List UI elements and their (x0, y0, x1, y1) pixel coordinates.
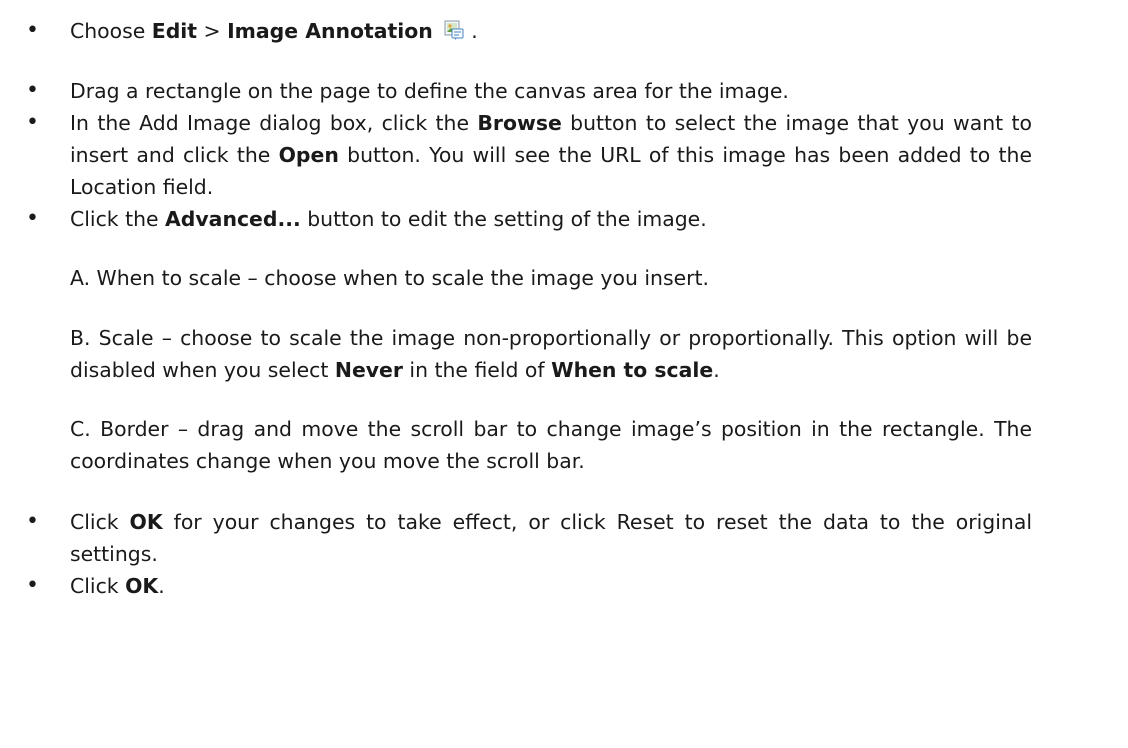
bullet: • (26, 110, 39, 135)
advanced-button-label: Advanced... (165, 207, 301, 231)
step-text-part: . (158, 574, 165, 598)
step-text: Click OK. (70, 570, 1032, 602)
step-text: Choose Edit > Image Annotation . (70, 15, 1032, 47)
step-text: Drag a rectangle on the page to define t… (70, 79, 789, 103)
menu-edit-label: Edit (151, 19, 198, 43)
bullet: • (26, 509, 39, 534)
never-option-label: Never (334, 358, 403, 382)
bullet: • (26, 573, 39, 598)
step-text-part: Choose (70, 19, 152, 43)
step-text: In the Add Image dialog box, click the B… (70, 107, 1032, 203)
sub-item-text-part: . (713, 358, 720, 382)
sub-item-text: B. Scale – choose to scale the image non… (70, 322, 1032, 386)
step-text-part: . (464, 19, 478, 43)
step-text: Click the Advanced... button to edit the… (70, 203, 1032, 235)
image-annotation-icon (443, 19, 465, 41)
step-text: Click OK for your changes to take effect… (70, 506, 1032, 570)
ok-button-label: OK (129, 510, 163, 534)
step-text-part: for your changes to take effect, or clic… (70, 510, 1032, 566)
bullet: • (26, 78, 39, 103)
menu-image-annotation-label: Image Annotation (227, 19, 433, 43)
bullet: • (26, 206, 39, 231)
when-to-scale-label: When to scale (551, 358, 714, 382)
sub-item-text: C. Border – drag and move the scroll bar… (70, 417, 1032, 473)
sub-item-text-part: in the field of (402, 358, 552, 382)
ok-button-label: OK (125, 574, 159, 598)
sub-item-text: A. When to scale – choose when to scale … (70, 266, 709, 290)
step-text-part: In the Add Image dialog box, click the (70, 111, 478, 135)
step-text-part: button to edit the setting of the image. (300, 207, 707, 231)
open-button-label: Open (278, 143, 339, 167)
step-text-part: > (197, 19, 228, 43)
browse-button-label: Browse (477, 111, 562, 135)
step-text-part: Click the (70, 207, 166, 231)
step-text-part: Click (70, 574, 126, 598)
bullet: • (26, 18, 39, 43)
step-text-part: Click (70, 510, 130, 534)
